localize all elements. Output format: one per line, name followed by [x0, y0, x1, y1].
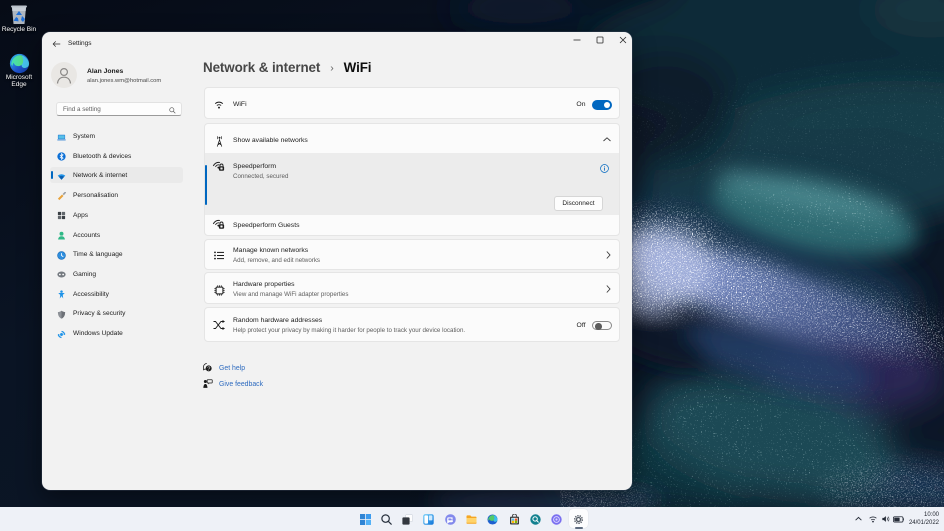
- svg-text:?: ?: [207, 366, 210, 372]
